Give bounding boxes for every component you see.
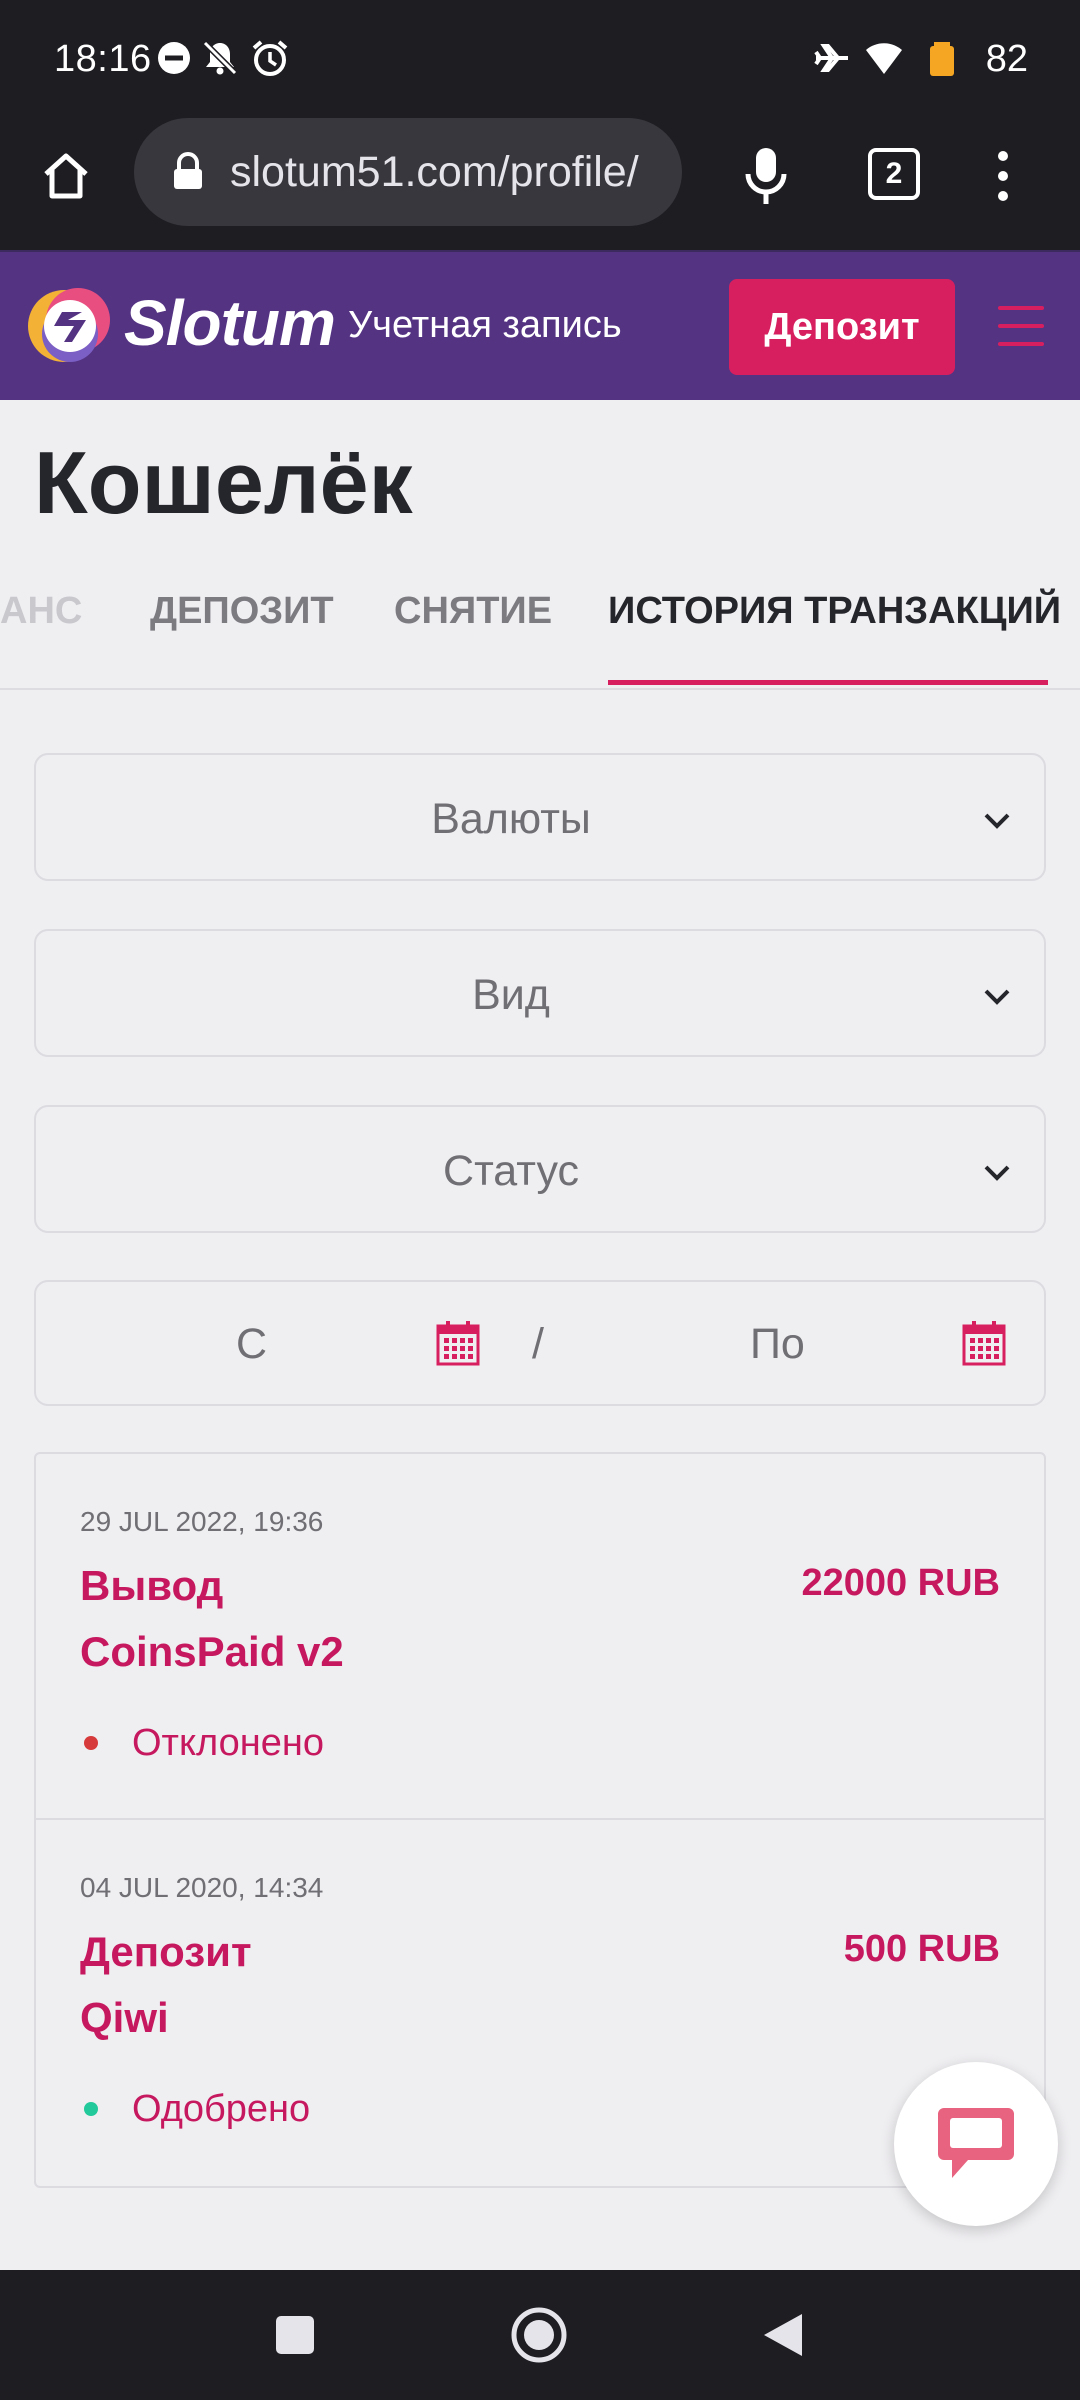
wallet-tabs: АНС ДЕПОЗИТ СНЯТИЕ ИСТОРИЯ ТРАНЗАКЦИЙ — [0, 560, 1080, 690]
calendar-icon[interactable] — [436, 1320, 480, 1366]
tab-deposit[interactable]: ДЕПОЗИТ — [150, 590, 334, 633]
transaction-method: CoinsPaid v2 — [80, 1628, 344, 1675]
battery-icon — [930, 42, 954, 76]
transaction-type: Вывод — [80, 1562, 224, 1609]
home-icon[interactable] — [36, 146, 96, 206]
transaction-amount: 22000 RUB — [801, 1562, 1000, 1604]
wifi-icon — [866, 43, 902, 74]
chat-bubble-icon — [938, 2108, 1014, 2178]
status-dot — [84, 2102, 98, 2116]
address-bar[interactable]: slotum51.com/profile/ — [134, 118, 682, 226]
date-separator: / — [532, 1320, 544, 1368]
chevron-down-icon — [984, 1165, 1010, 1181]
menu-icon[interactable] — [998, 306, 1044, 348]
transaction-date: 29 JUL 2022, 19:36 — [80, 1506, 324, 1537]
slotum-logo-icon[interactable] — [26, 282, 114, 370]
deposit-button[interactable]: Депозит — [729, 279, 955, 375]
chevron-down-icon — [984, 813, 1010, 829]
transaction-type: Депозит — [80, 1928, 252, 1975]
transaction-method: Qiwi — [80, 1994, 169, 2041]
active-tab-indicator — [608, 680, 1048, 685]
system-nav-bar — [0, 2270, 1080, 2400]
date-range-filter: С / По — [34, 1280, 1046, 1406]
transaction-status: Отклонено — [132, 1722, 324, 1764]
status-time: 18:16 — [54, 38, 152, 80]
site-header: Slotum Учетная запись Депозит — [0, 250, 1080, 400]
lock-icon — [174, 152, 202, 189]
calendar-icon[interactable] — [962, 1320, 1006, 1366]
date-to-input[interactable]: По — [750, 1320, 805, 1369]
back-icon[interactable] — [762, 2312, 804, 2358]
airplane-icon — [814, 44, 848, 72]
transaction-amount: 500 RUB — [843, 1928, 1000, 1970]
alarm-icon — [252, 40, 288, 76]
transaction-row[interactable]: 04 JUL 2020, 14:34 Депозит Qiwi 500 RUB … — [36, 1818, 1044, 2184]
live-chat-button[interactable] — [894, 2062, 1058, 2226]
date-from-input[interactable]: С — [236, 1320, 267, 1369]
type-select-label: Вид — [472, 971, 550, 1019]
tab-balance[interactable]: АНС — [0, 590, 82, 633]
microphone-icon[interactable] — [742, 146, 790, 206]
status-select-label: Статус — [443, 1147, 579, 1195]
home-nav-icon[interactable] — [510, 2306, 568, 2364]
account-link[interactable]: Учетная запись — [348, 304, 622, 347]
tab-transaction-history[interactable]: ИСТОРИЯ ТРАНЗАКЦИЙ — [608, 590, 1061, 633]
status-dot — [84, 1736, 98, 1750]
url-text: slotum51.com/profile/ — [230, 148, 639, 196]
currency-select[interactable]: Валюты — [34, 753, 1046, 881]
bell-off-icon — [202, 40, 238, 76]
currency-select-label: Валюты — [431, 795, 591, 843]
logo-text[interactable]: Slotum — [124, 286, 336, 360]
transaction-date: 04 JUL 2020, 14:34 — [80, 1872, 324, 1903]
status-select[interactable]: Статус — [34, 1105, 1046, 1233]
battery-level: 82 — [985, 38, 1028, 80]
tab-switcher-button[interactable]: 2 — [868, 148, 920, 200]
tab-withdrawal[interactable]: СНЯТИЕ — [394, 590, 552, 633]
transaction-list: 29 JUL 2022, 19:36 Вывод CoinsPaid v2 22… — [34, 1452, 1046, 2188]
type-select[interactable]: Вид — [34, 929, 1046, 1057]
status-bar: 18:16 82 — [0, 0, 1080, 118]
transaction-row[interactable]: 29 JUL 2022, 19:36 Вывод CoinsPaid v2 22… — [36, 1454, 1044, 1818]
page-title: Кошелёк — [34, 433, 413, 532]
more-options-icon[interactable] — [988, 146, 1018, 206]
transaction-status: Одобрено — [132, 2088, 311, 2130]
do-not-disturb-icon — [158, 42, 190, 74]
recent-apps-icon[interactable] — [274, 2314, 316, 2356]
browser-toolbar: slotum51.com/profile/ 2 — [0, 118, 1080, 250]
chevron-down-icon — [984, 989, 1010, 1005]
